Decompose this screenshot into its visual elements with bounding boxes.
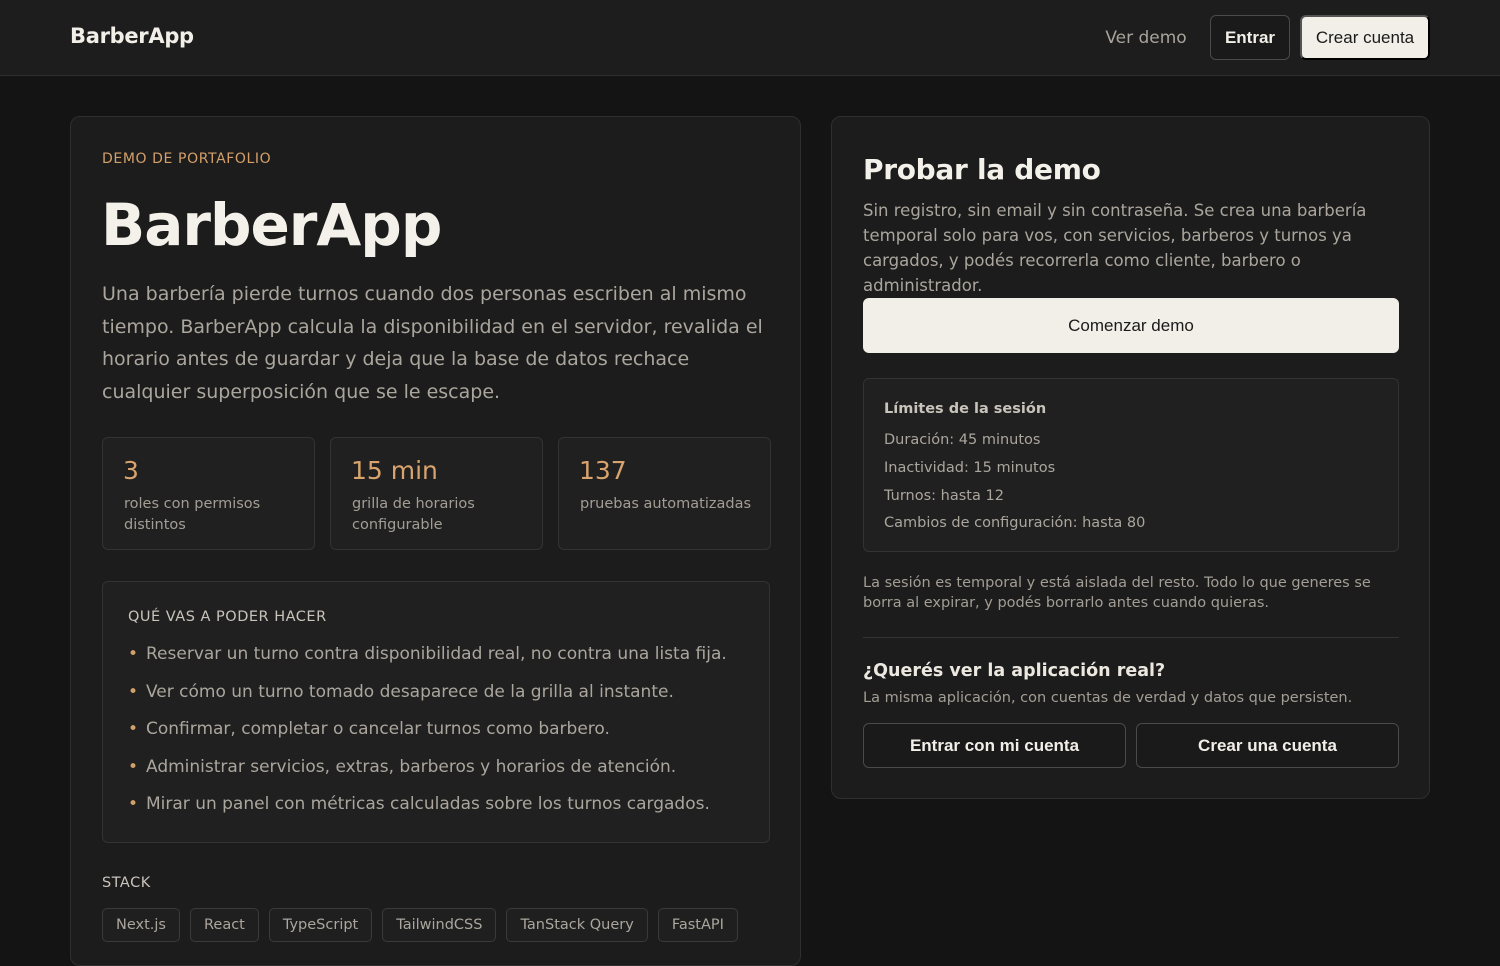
hero-description: Una barbería pierde turnos cuando dos pe… — [102, 283, 763, 403]
limit-item: Inactividad: 15 minutos — [884, 459, 1056, 476]
demo-title: Probar la demo — [863, 153, 1101, 186]
stat-label: pruebas automatizadas — [580, 496, 752, 512]
stat-card-roles: 3 roles con permisos distintos — [102, 437, 315, 550]
feature-item: Reservar un turno contra disponibilidad … — [128, 642, 727, 680]
limits-list: Duración: 45 minutos Inactividad: 15 min… — [884, 430, 1145, 541]
nav-demo-link[interactable]: Ver demo — [1092, 15, 1200, 60]
feature-item: Confirmar, completar o cancelar turnos c… — [128, 717, 727, 755]
stat-card-tests: 137 pruebas automatizadas — [558, 437, 771, 550]
feature-list: Reservar un turno contra disponibilidad … — [128, 642, 727, 830]
stat-card-grid: 15 min grilla de horarios configurable — [330, 437, 543, 550]
demo-card: Probar la demo Sin registro, sin email y… — [831, 116, 1430, 799]
stat-value: 3 — [123, 456, 139, 485]
session-note: La sesión es temporal y está aislada del… — [863, 575, 1371, 611]
hero-title: BarberApp — [101, 191, 442, 259]
divider — [863, 637, 1399, 638]
start-demo-button[interactable]: Comenzar demo — [863, 298, 1399, 353]
demo-description: Sin registro, sin email y sin contraseña… — [863, 201, 1367, 295]
stat-value: 15 min — [351, 456, 438, 485]
nav-login-button[interactable]: Entrar — [1210, 15, 1290, 60]
stack-title: STACK — [102, 875, 151, 891]
feature-item: Administrar servicios, extras, barberos … — [128, 755, 727, 793]
real-app-description: La misma aplicación, con cuentas de verd… — [863, 690, 1353, 706]
feature-item: Ver cómo un turno tomado desaparece de l… — [128, 680, 727, 718]
brand-logo[interactable]: BarberApp — [70, 24, 194, 48]
nav-signup-button[interactable]: Crear cuenta — [1300, 15, 1430, 60]
real-app-title: ¿Querés ver la aplicación real? — [863, 661, 1166, 681]
limit-item: Turnos: hasta 12 — [884, 487, 1004, 504]
stat-label: grilla de horarios configurable — [352, 496, 475, 533]
create-account-button[interactable]: Crear una cuenta — [1136, 723, 1399, 768]
login-account-button[interactable]: Entrar con mi cuenta — [863, 723, 1126, 768]
limit-item: Cambios de configuración: hasta 80 — [884, 515, 1146, 532]
stat-value: 137 — [579, 456, 627, 485]
feature-item: Mirar un panel con métricas calculadas s… — [128, 792, 727, 830]
features-panel: QUÉ VAS A PODER HACER Reservar un turno … — [102, 581, 770, 843]
hero-eyebrow: DEMO DE PORTAFOLIO — [102, 151, 272, 167]
limit-item: Duración: 45 minutos — [884, 432, 1041, 448]
limits-title: Límites de la sesión — [884, 401, 1047, 417]
session-limits-panel: Límites de la sesión Duración: 45 minuto… — [863, 378, 1399, 552]
stat-label: roles con permisos distintos — [124, 496, 261, 533]
top-navbar: BarberApp Ver demo Entrar Crear cuenta — [0, 0, 1500, 76]
hero-card: DEMO DE PORTAFOLIO BarberApp Una barberí… — [70, 116, 801, 966]
features-title: QUÉ VAS A PODER HACER — [128, 609, 327, 625]
